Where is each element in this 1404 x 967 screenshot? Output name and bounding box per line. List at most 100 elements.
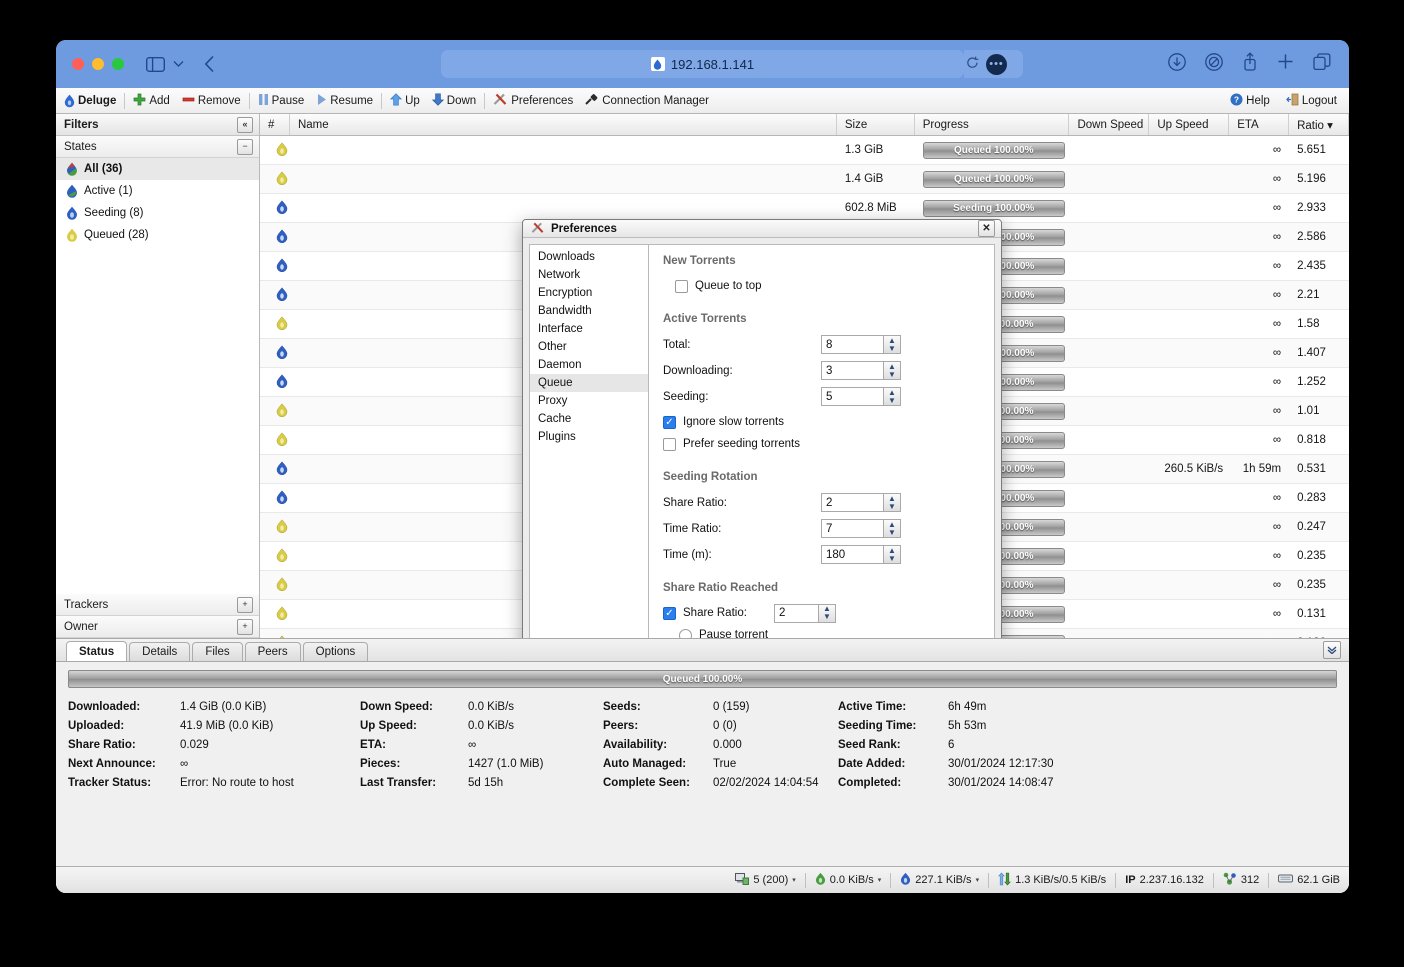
- preferences-nav-cache[interactable]: Cache: [530, 410, 648, 428]
- preferences-nav-other[interactable]: Other: [530, 338, 648, 356]
- rotation-share-ratio-stepper[interactable]: ▲▼: [821, 493, 901, 513]
- preferences-dialog-header[interactable]: Preferences ✕: [523, 220, 1001, 239]
- time-ratio-arrows[interactable]: ▲ ▼: [883, 519, 901, 539]
- download-limit-status[interactable]: 0.0 KiB/s ▾: [806, 872, 891, 888]
- sidebar-toggle-icon[interactable]: [146, 56, 165, 72]
- sidebar-chevron-down-icon[interactable]: [173, 60, 184, 68]
- privacy-shield-icon[interactable]: [1205, 52, 1223, 71]
- collapse-sidebar-button[interactable]: «: [237, 116, 253, 133]
- address-bar[interactable]: 192.168.1.141: [441, 50, 964, 78]
- column-header-progress[interactable]: Progress: [915, 114, 1070, 135]
- tab-files[interactable]: Files: [192, 642, 243, 661]
- queue-to-top-checkbox[interactable]: [675, 279, 688, 293]
- tab-status[interactable]: Status: [66, 641, 128, 661]
- ignore-slow-row[interactable]: ✓ Ignore slow torrents: [663, 411, 980, 433]
- share-icon[interactable]: [1242, 52, 1258, 71]
- column-header-eta[interactable]: ETA: [1229, 114, 1290, 135]
- sidebar-item-all[interactable]: All (36): [56, 158, 259, 180]
- queue-to-top-row[interactable]: Queue to top: [663, 275, 980, 297]
- tab-overview-icon[interactable]: [1313, 52, 1331, 71]
- downloading-input[interactable]: [821, 361, 883, 381]
- seeding-stepper-arrows[interactable]: ▲ ▼: [883, 387, 901, 407]
- logout-button[interactable]: Logout: [1280, 93, 1343, 109]
- close-icon[interactable]: ✕: [978, 220, 995, 238]
- time-minutes-stepper[interactable]: ▲▼: [821, 545, 901, 565]
- preferences-nav-proxy[interactable]: Proxy: [530, 392, 648, 410]
- preferences-nav-encryption[interactable]: Encryption: [530, 284, 648, 302]
- preferences-nav-plugins[interactable]: Plugins: [530, 428, 648, 446]
- toolbar-pause-button[interactable]: Pause: [252, 88, 311, 113]
- rotation-share-ratio-input[interactable]: [821, 493, 883, 513]
- tab-peers[interactable]: Peers: [244, 642, 301, 661]
- toolbar-preferences-button[interactable]: Preferences: [487, 88, 579, 113]
- table-row[interactable]: 1.4 GiB Queued 100.00% ∞ 5.196: [260, 165, 1349, 194]
- tab-details[interactable]: Details: [129, 642, 191, 661]
- upload-limit-status[interactable]: 227.1 KiB/s ▾: [891, 872, 988, 888]
- toolbar-down-button[interactable]: Down: [426, 88, 482, 113]
- reload-icon[interactable]: [966, 56, 979, 73]
- preferences-nav-downloads[interactable]: Downloads: [530, 248, 648, 266]
- downloading-stepper[interactable]: ▲▼: [821, 361, 901, 381]
- ignore-slow-torrents-checkbox[interactable]: ✓: [663, 415, 676, 429]
- sidebar-item-seeding[interactable]: Seeding (8): [56, 202, 259, 224]
- preferences-nav-interface[interactable]: Interface: [530, 320, 648, 338]
- toolbar-remove-button[interactable]: Remove: [176, 88, 247, 113]
- column-header-name[interactable]: Name: [290, 114, 837, 135]
- share-ratio-reached-input[interactable]: [774, 603, 818, 623]
- prefer-seeding-torrents-checkbox[interactable]: [663, 437, 676, 451]
- share-ratio-reached-stepper[interactable]: ▲▼: [774, 603, 836, 623]
- new-tab-icon[interactable]: [1277, 53, 1294, 70]
- tab-options[interactable]: Options: [302, 642, 369, 661]
- downloading-stepper-arrows[interactable]: ▲ ▼: [883, 361, 901, 381]
- more-options-icon[interactable]: •••: [986, 53, 1007, 75]
- expand-owner-button[interactable]: +: [237, 618, 253, 635]
- share-ratio-reached-checkbox[interactable]: ✓: [663, 606, 676, 620]
- collapse-states-button[interactable]: −: [237, 138, 253, 155]
- expand-trackers-button[interactable]: +: [237, 596, 253, 613]
- close-window-button[interactable]: [72, 58, 84, 70]
- owner-section-header[interactable]: Owner +: [56, 616, 259, 638]
- toolbar-connection-manager-button[interactable]: Connection Manager: [579, 88, 715, 113]
- table-row[interactable]: 1.3 GiB Queued 100.00% ∞ 5.651: [260, 136, 1349, 165]
- column-header-ratio[interactable]: Ratio ▾: [1289, 114, 1349, 135]
- prefer-seeding-row[interactable]: Prefer seeding torrents: [663, 433, 980, 455]
- rotation-share-ratio-arrows[interactable]: ▲ ▼: [883, 493, 901, 513]
- toolbar-resume-button[interactable]: Resume: [310, 88, 379, 113]
- time-ratio-input[interactable]: [821, 519, 883, 539]
- time-ratio-stepper[interactable]: ▲▼: [821, 519, 901, 539]
- preferences-nav-bandwidth[interactable]: Bandwidth: [530, 302, 648, 320]
- toolbar-up-button[interactable]: Up: [384, 88, 426, 113]
- download-limit-caret-icon[interactable]: ▾: [878, 876, 882, 884]
- minimize-window-button[interactable]: [92, 58, 104, 70]
- seeding-stepper[interactable]: ▲▼: [821, 387, 901, 407]
- total-input[interactable]: [821, 335, 883, 355]
- preferences-nav-queue[interactable]: Queue: [530, 374, 648, 393]
- downloads-icon[interactable]: [1168, 52, 1186, 71]
- sidebar-item-queued[interactable]: Queued (28): [56, 224, 259, 246]
- time-minutes-input[interactable]: [821, 545, 883, 565]
- column-header-size[interactable]: Size: [837, 114, 915, 135]
- upload-limit-caret-icon[interactable]: ▾: [976, 876, 980, 884]
- column-header-num[interactable]: #: [260, 114, 290, 135]
- pause-torrent-radio[interactable]: [679, 628, 692, 638]
- time-minutes-arrows[interactable]: ▲ ▼: [883, 545, 901, 565]
- maximize-window-button[interactable]: [112, 58, 124, 70]
- trackers-section-header[interactable]: Trackers +: [56, 594, 259, 616]
- column-header-up_speed[interactable]: Up Speed: [1149, 114, 1230, 135]
- preferences-nav-network[interactable]: Network: [530, 266, 648, 284]
- connections-caret-icon[interactable]: ▾: [792, 876, 796, 884]
- pause-torrent-row[interactable]: Pause torrent: [663, 624, 980, 638]
- sidebar-item-active[interactable]: Active (1): [56, 180, 259, 202]
- collapse-chevron-icon[interactable]: [1323, 641, 1341, 659]
- connections-status[interactable]: 5 (200) ▾: [726, 872, 804, 888]
- back-chevron-icon[interactable]: [204, 55, 215, 73]
- seeding-input[interactable]: [821, 387, 883, 407]
- total-stepper-arrows[interactable]: ▲ ▼: [883, 335, 901, 355]
- states-section-header[interactable]: States −: [56, 136, 259, 158]
- help-button[interactable]: ? Help: [1224, 93, 1276, 109]
- total-stepper[interactable]: ▲▼: [821, 335, 901, 355]
- toolbar-add-button[interactable]: Add: [127, 88, 175, 113]
- share-ratio-reached-arrows[interactable]: ▲ ▼: [818, 603, 836, 623]
- preferences-nav-daemon[interactable]: Daemon: [530, 356, 648, 374]
- column-header-down_speed[interactable]: Down Speed: [1069, 114, 1150, 135]
